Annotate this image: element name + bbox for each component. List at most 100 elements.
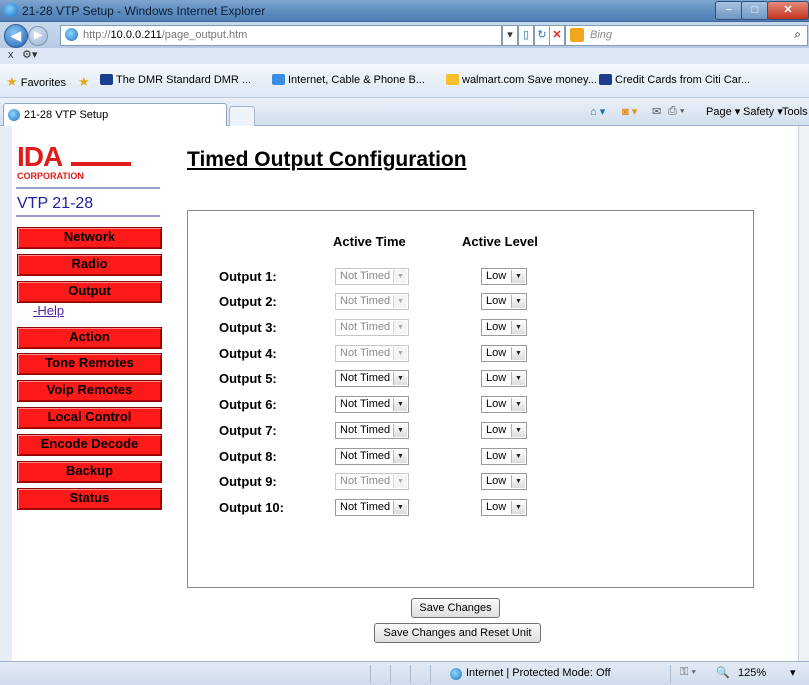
refresh-icon[interactable]: ↻ [534, 25, 550, 46]
search-icon[interactable]: ⌕ [794, 27, 801, 42]
dropdown-arrow-icon: ▼ [393, 501, 407, 514]
active-time-value: Not Timed [340, 295, 391, 307]
dropdown-arrow-icon: ▼ [511, 424, 525, 437]
output-label: Output 5: [219, 371, 277, 386]
security-zone: Internet | Protected Mode: Off [466, 667, 611, 679]
favorites-button[interactable]: ★ Favorites [6, 74, 66, 90]
active-time-select[interactable]: Not Timed ▼ [335, 268, 409, 285]
active-time-select[interactable]: Not Timed ▼ [335, 473, 409, 490]
output-label: Output 9: [219, 474, 277, 489]
forward-button[interactable]: ▶ [28, 26, 48, 46]
favorite-link-0[interactable]: The DMR Standard DMR ... [100, 74, 251, 86]
dropdown-arrow-icon: ▼ [511, 347, 525, 360]
dropdown-arrow-icon: ▼ [511, 295, 525, 308]
dropdown-arrow-icon: ▼ [511, 501, 525, 514]
dropdown-arrow-icon: ▼ [393, 321, 407, 334]
active-time-select[interactable]: Not Timed ▼ [335, 396, 409, 413]
compatibility-view-icon[interactable]: ▯ [518, 25, 534, 46]
minimize-button[interactable]: − [715, 1, 743, 20]
zoom-level[interactable]: 125% [738, 667, 766, 679]
dropdown-arrow-icon: ▼ [511, 398, 525, 411]
active-level-select[interactable]: Low ▼ [481, 473, 527, 490]
active-time-select[interactable]: Not Timed ▼ [335, 293, 409, 310]
mail-icon[interactable]: ✉ [652, 105, 661, 118]
active-level-value: Low [486, 475, 507, 487]
output-label: Output 3: [219, 320, 277, 335]
page-menu[interactable]: Page ▾ [706, 105, 740, 118]
active-time-select[interactable]: Not Timed ▼ [335, 319, 409, 336]
divider [16, 187, 160, 189]
feeds-icon[interactable]: ◙ ▾ [622, 105, 637, 118]
dropdown-arrow-icon: ▼ [393, 270, 407, 283]
dropdown-arrow-icon: ▼ [393, 424, 407, 437]
new-tab-button[interactable] [229, 106, 255, 127]
addon-icon[interactable]: ⚙▾ [22, 48, 37, 61]
nav-output[interactable]: Output [17, 281, 162, 303]
nav-network[interactable]: Network [17, 227, 162, 249]
tab-vtp-setup[interactable]: 21-28 VTP Setup [3, 103, 227, 127]
active-level-select[interactable]: Low ▼ [481, 345, 527, 362]
nav-backup[interactable]: Backup [17, 461, 162, 483]
dropdown-arrow-icon: ▼ [393, 295, 407, 308]
tools-menu[interactable]: Tools ▾ [782, 105, 809, 118]
dropdown-arrow-icon: ▼ [393, 450, 407, 463]
close-toolbar-icon[interactable]: x [8, 49, 14, 61]
zoom-dropdown-icon[interactable]: ▾ [790, 666, 796, 679]
nav-tone-remotes[interactable]: Tone Remotes [17, 353, 162, 375]
active-level-select[interactable]: Low ▼ [481, 319, 527, 336]
active-time-select[interactable]: Not Timed ▼ [335, 448, 409, 465]
add-favorite-icon[interactable]: ★ [78, 74, 90, 90]
print-icon[interactable]: ⎙ ▾ [668, 105, 684, 118]
home-icon[interactable]: ⌂ ▾ [590, 105, 605, 118]
active-time-select[interactable]: Not Timed ▼ [335, 422, 409, 439]
active-time-value: Not Timed [340, 270, 391, 282]
tab-row: 21-28 VTP Setup ⌂ ▾ ◙ ▾ ✉ ⎙ ▾ Page ▾ Saf… [0, 98, 809, 127]
active-time-select[interactable]: Not Timed ▼ [335, 499, 409, 516]
active-time-value: Not Timed [340, 321, 391, 333]
status-bar: Internet | Protected Mode: Off ⚿ ▾ 🔍 125… [0, 661, 809, 685]
save-and-reset-button[interactable]: Save Changes and Reset Unit [374, 623, 541, 643]
column-header-active-time: Active Time [333, 234, 406, 249]
protected-mode-icon[interactable]: ⚿ ▾ [680, 666, 696, 679]
active-level-select[interactable]: Low ▼ [481, 396, 527, 413]
active-level-select[interactable]: Low ▼ [481, 499, 527, 516]
save-changes-button[interactable]: Save Changes [411, 598, 500, 618]
output-label: Output 2: [219, 294, 277, 309]
safety-menu[interactable]: Safety ▾ [743, 105, 783, 118]
favorite-link-1[interactable]: Internet, Cable & Phone B... [272, 74, 425, 86]
back-button[interactable]: ◀ [4, 24, 28, 48]
dropdown-arrow-icon: ▼ [511, 321, 525, 334]
nav-action[interactable]: Action [17, 327, 162, 349]
column-header-active-level: Active Level [462, 234, 538, 249]
bing-icon [570, 28, 584, 42]
address-dropdown-icon[interactable]: ▾ [502, 25, 518, 46]
search-input[interactable]: Bing ⌕ [565, 25, 808, 46]
nav-radio[interactable]: Radio [17, 254, 162, 276]
help-link[interactable]: -Help [33, 303, 64, 318]
active-level-select[interactable]: Low ▼ [481, 268, 527, 285]
nav-status[interactable]: Status [17, 488, 162, 510]
active-level-select[interactable]: Low ▼ [481, 422, 527, 439]
active-level-select[interactable]: Low ▼ [481, 370, 527, 387]
output-label: Output 10: [219, 500, 284, 515]
active-level-value: Low [486, 372, 507, 384]
active-level-value: Low [486, 295, 507, 307]
close-button[interactable]: ✕ [767, 1, 809, 20]
nav-encode-decode[interactable]: Encode Decode [17, 434, 162, 456]
address-bar[interactable]: http://10.0.0.211/page_output.htm [60, 25, 502, 46]
ida-logo: IDA CORPORATION [17, 143, 157, 183]
nav-local-control[interactable]: Local Control [17, 407, 162, 429]
active-level-select[interactable]: Low ▼ [481, 448, 527, 465]
favorite-link-2[interactable]: walmart.com Save money... [446, 74, 597, 86]
active-level-select[interactable]: Low ▼ [481, 293, 527, 310]
active-time-select[interactable]: Not Timed ▼ [335, 345, 409, 362]
stop-icon[interactable]: ✕ [549, 25, 565, 46]
dropdown-arrow-icon: ▼ [393, 475, 407, 488]
vertical-scrollbar[interactable] [798, 126, 809, 661]
nav-voip-remotes[interactable]: Voip Remotes [17, 380, 162, 402]
maximize-button[interactable]: □ [741, 1, 769, 20]
active-time-select[interactable]: Not Timed ▼ [335, 370, 409, 387]
favorite-link-3[interactable]: Credit Cards from Citi Car... [599, 74, 750, 86]
favorites-bar: ★ Favorites ★ The DMR Standard DMR ... I… [0, 64, 809, 98]
search-placeholder: Bing [590, 29, 613, 41]
